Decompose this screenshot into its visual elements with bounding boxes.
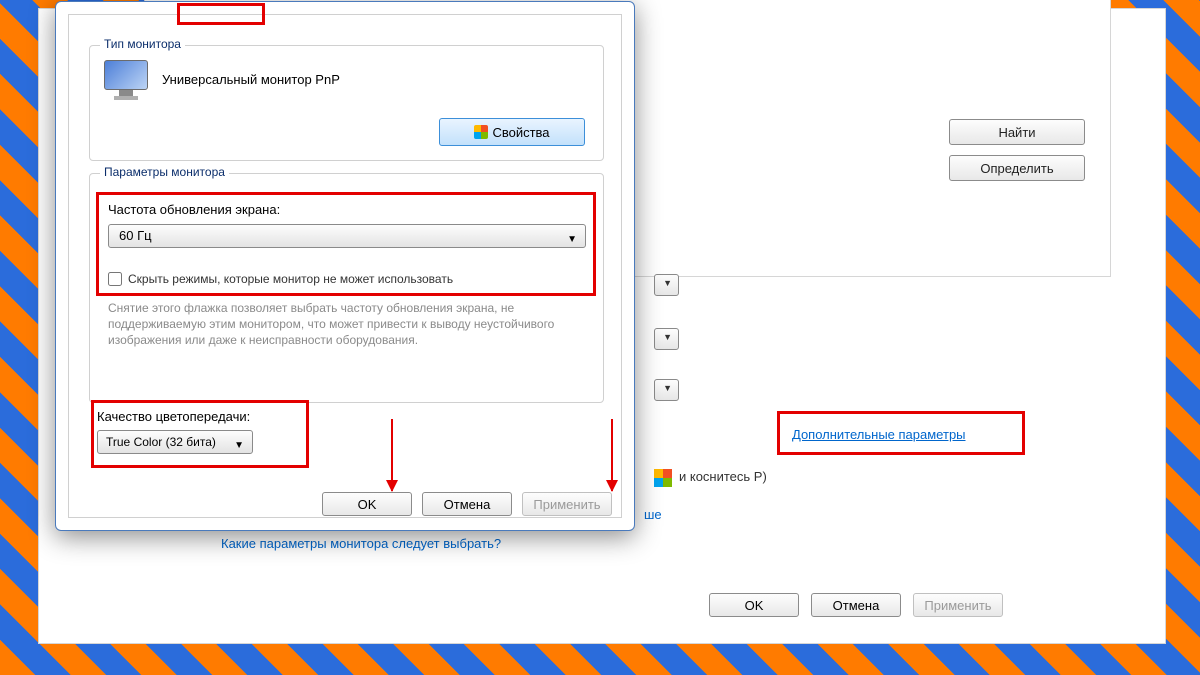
bg-dropdown-3[interactable] — [654, 379, 679, 401]
help-link[interactable]: Какие параметры монитора следует выбрать… — [221, 536, 501, 551]
monitor-properties-dialog: Тип монитора Универсальный монитор PnP С… — [55, 1, 635, 531]
annotation-arrow-2 — [611, 419, 613, 491]
bg-dropdown-1[interactable] — [654, 274, 679, 296]
warning-text: Снятие этого флажка позволяет выбрать ча… — [108, 300, 586, 349]
refresh-rate-label: Частота обновления экрана: — [108, 202, 280, 217]
refresh-rate-dropdown[interactable]: 60 Гц — [108, 224, 586, 248]
color-quality-label: Качество цветопередачи: — [97, 409, 253, 424]
highlight-tab — [177, 3, 265, 25]
dialog-ok-button[interactable]: OK — [322, 492, 412, 516]
dialog-apply-button[interactable]: Применить — [522, 492, 612, 516]
bg-cancel-button[interactable]: Отмена — [811, 593, 901, 617]
dialog-cancel-button[interactable]: Отмена — [422, 492, 512, 516]
outer-panel: Найти Определить и коснитесь P) Дополнит… — [38, 8, 1166, 644]
color-quality-group: Качество цветопередачи: True Color (32 б… — [97, 409, 253, 454]
params-legend: Параметры монитора — [100, 165, 229, 179]
properties-label: Свойства — [492, 125, 549, 140]
hide-modes-input[interactable] — [108, 272, 122, 286]
annotation-arrow-1 — [391, 419, 393, 491]
type-legend: Тип монитора — [100, 37, 185, 51]
monitor-icon — [104, 60, 148, 100]
bg-ok-button[interactable]: OK — [709, 593, 799, 617]
hide-modes-label: Скрыть режимы, которые монитор не может … — [128, 272, 453, 286]
shield-icon — [474, 125, 488, 139]
help-partial: ше — [644, 507, 662, 522]
windows-logo-icon — [654, 469, 672, 487]
find-button[interactable]: Найти — [949, 119, 1085, 145]
bg-dropdown-2[interactable] — [654, 328, 679, 350]
bg-apply-button[interactable]: Применить — [913, 593, 1003, 617]
color-quality-dropdown[interactable]: True Color (32 бита) — [97, 430, 253, 454]
monitor-type-group: Тип монитора Универсальный монитор PnP С… — [89, 45, 604, 161]
properties-button[interactable]: Свойства — [439, 118, 585, 146]
detect-button[interactable]: Определить — [949, 155, 1085, 181]
touch-hint-text: и коснитесь P) — [679, 469, 767, 484]
monitor-params-group: Параметры монитора Частота обновления эк… — [89, 173, 604, 403]
dialog-inner: Тип монитора Универсальный монитор PnP С… — [68, 14, 622, 518]
highlight-advanced-link — [777, 411, 1025, 455]
monitor-name-text: Универсальный монитор PnP — [162, 72, 340, 87]
hide-modes-checkbox[interactable]: Скрыть режимы, которые монитор не может … — [108, 272, 453, 286]
